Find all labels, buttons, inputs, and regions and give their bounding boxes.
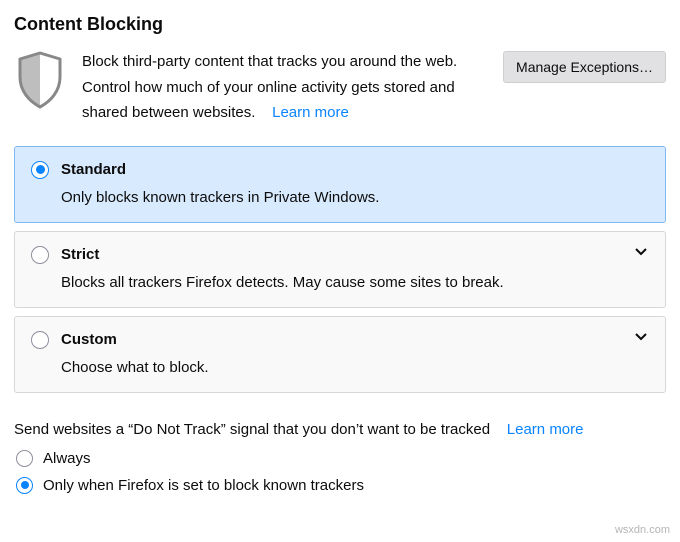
radio-standard[interactable]	[31, 161, 49, 179]
learn-more-link[interactable]: Learn more	[272, 104, 349, 121]
option-strict-title: Strict	[61, 246, 99, 263]
option-strict[interactable]: Strict Blocks all trackers Firefox detec…	[14, 231, 666, 308]
option-standard[interactable]: Standard Only blocks known trackers in P…	[14, 146, 666, 223]
intro-row: Block third-party content that tracks yo…	[14, 49, 666, 126]
dnt-always-label: Always	[43, 450, 91, 467]
intro-description: Block third-party content that tracks yo…	[82, 53, 457, 121]
radio-strict[interactable]	[31, 246, 49, 264]
dnt-option-only-when[interactable]: Only when Firefox is set to block known …	[14, 477, 666, 494]
option-standard-head: Standard	[31, 161, 649, 179]
option-strict-desc: Blocks all trackers Firefox detects. May…	[61, 274, 649, 291]
dnt-option-always[interactable]: Always	[14, 450, 666, 467]
do-not-track-section: Send websites a “Do Not Track” signal th…	[14, 421, 666, 494]
shield-icon	[16, 51, 64, 109]
option-strict-head: Strict	[31, 246, 649, 264]
radio-dnt-only-when[interactable]	[16, 477, 33, 494]
option-custom[interactable]: Custom Choose what to block.	[14, 316, 666, 393]
dnt-prompt-text: Send websites a “Do Not Track” signal th…	[14, 421, 490, 438]
option-custom-title: Custom	[61, 331, 117, 348]
manage-exceptions-button[interactable]: Manage Exceptions…	[503, 51, 666, 83]
dnt-only-when-label: Only when Firefox is set to block known …	[43, 477, 364, 494]
dnt-learn-more-link[interactable]: Learn more	[507, 421, 584, 438]
radio-custom[interactable]	[31, 331, 49, 349]
radio-dnt-always[interactable]	[16, 450, 33, 467]
section-heading: Content Blocking	[14, 14, 666, 35]
option-standard-title: Standard	[61, 161, 126, 178]
option-standard-desc: Only blocks known trackers in Private Wi…	[61, 189, 649, 206]
option-custom-head: Custom	[31, 331, 649, 349]
option-custom-desc: Choose what to block.	[61, 359, 649, 376]
intro-text: Block third-party content that tracks yo…	[82, 49, 485, 126]
watermark: wsxdn.com	[615, 524, 670, 536]
dnt-prompt: Send websites a “Do Not Track” signal th…	[14, 421, 666, 438]
